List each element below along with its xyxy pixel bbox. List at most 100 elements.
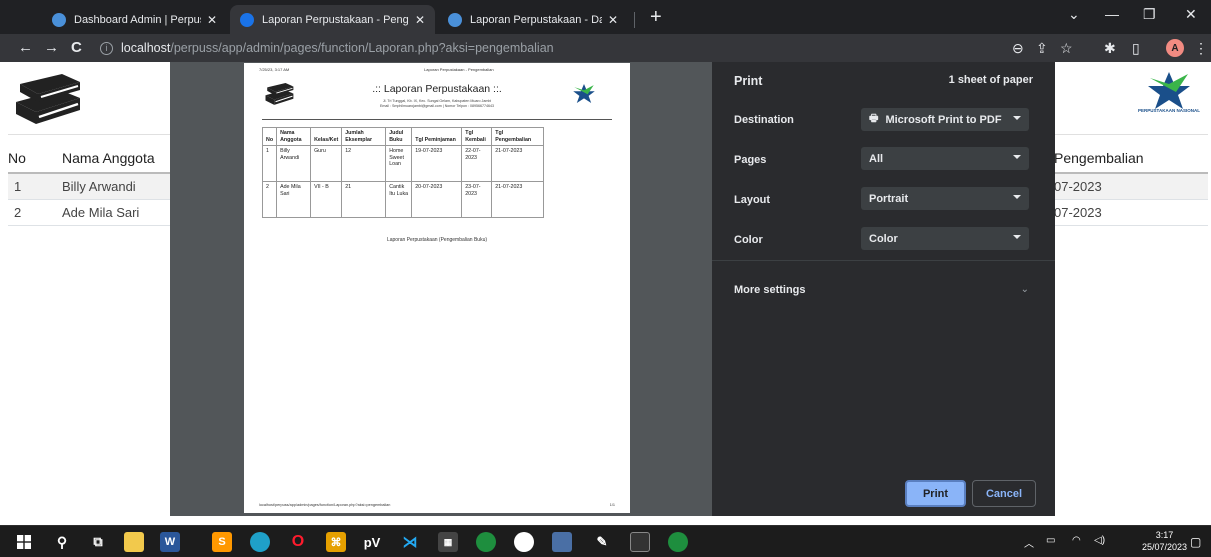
- layout-label: Layout: [734, 194, 771, 206]
- table-row: 1 Billy Arwandi Guru 12 Home Sweet Loan …: [261, 145, 545, 182]
- destination-select[interactable]: 🖶 Microsoft Print to PDF: [861, 108, 1029, 131]
- share-icon[interactable]: ⇪: [1036, 40, 1048, 57]
- close-tab-icon[interactable]: ✕: [608, 13, 618, 27]
- clock-date: 25/07/2023: [1142, 542, 1188, 552]
- close-tab-icon[interactable]: ✕: [207, 13, 217, 27]
- close-window-button[interactable]: ✕: [1185, 6, 1197, 23]
- profile-avatar[interactable]: A: [1166, 39, 1184, 57]
- site-favicon-icon: [448, 12, 462, 27]
- cell-tgl: 07-2023: [1054, 205, 1102, 220]
- cell: Ade Mila Sari: [276, 181, 312, 218]
- tab-laporan-pengembalian[interactable]: Laporan Perpustakaan - Pengembalian ✕: [230, 5, 435, 34]
- reload-button[interactable]: C: [71, 39, 82, 57]
- zoom-icon[interactable]: ⊖: [1012, 40, 1024, 57]
- cell-nama: Billy Arwandi: [62, 179, 136, 194]
- sublime-icon[interactable]: S: [212, 532, 232, 552]
- color-label: Color: [734, 234, 763, 246]
- volume-icon[interactable]: ◁): [1094, 535, 1105, 546]
- cell: 22-07-2023: [461, 145, 493, 182]
- header-tgl-pinjam: Tgl Peminjaman: [411, 127, 463, 146]
- chrome-profile-icon[interactable]: [668, 532, 688, 552]
- pages-select[interactable]: All: [861, 147, 1029, 170]
- print-header-date: 7/25/23, 3:17 AM: [259, 67, 290, 72]
- pv-icon[interactable]: pV: [362, 532, 382, 552]
- app3-icon[interactable]: [552, 532, 572, 552]
- header-nama-anggota: Nama Anggota: [62, 150, 155, 166]
- report-table: No Nama Anggota Kelas/Ket Jumlah Eksempl…: [261, 127, 545, 218]
- cell: 21-07-2023: [491, 181, 545, 218]
- new-tab-button[interactable]: +: [650, 6, 662, 28]
- chevron-down-icon: [1013, 116, 1021, 120]
- print-footer-page: 1/1: [609, 503, 615, 507]
- windows-start-icon[interactable]: [14, 532, 34, 552]
- report-caption: Laporan Perpustakaan (Pengembalian Buku): [386, 237, 488, 243]
- app4-icon[interactable]: ✎: [592, 532, 612, 552]
- browser-toolbar: ← → C i localhost /perpuss/app/admin/pag…: [0, 34, 1211, 62]
- side-panel-icon[interactable]: ▯: [1132, 40, 1140, 57]
- tab-dashboard[interactable]: Dashboard Admin | Perpustakaan ✕: [42, 5, 227, 34]
- word-icon[interactable]: W: [160, 532, 180, 552]
- destination-value: Microsoft Print to PDF: [885, 113, 1002, 126]
- site-info-icon[interactable]: i: [100, 41, 113, 55]
- task-view-icon[interactable]: ⧉: [88, 532, 108, 552]
- battery-icon[interactable]: ▭: [1046, 535, 1055, 546]
- header-no: No: [261, 127, 278, 146]
- bookmark-star-icon[interactable]: ☆: [1060, 40, 1073, 57]
- cell: Billy Arwandi: [276, 145, 312, 182]
- calendar-app-icon[interactable]: ▦: [438, 532, 458, 552]
- chevron-down-icon: [1013, 235, 1021, 239]
- restore-button[interactable]: ❐: [1143, 6, 1156, 23]
- destination-label: Destination: [734, 114, 794, 126]
- header-judul: Judul Buku: [385, 127, 413, 146]
- header-kelas: Kelas/Ket: [310, 127, 343, 146]
- print-settings-panel: Print 1 sheet of paper Destination 🖶 Mic…: [712, 62, 1055, 516]
- terminal-icon[interactable]: [630, 532, 650, 552]
- color-select[interactable]: Color: [861, 227, 1029, 250]
- address-bar[interactable]: i localhost /perpuss/app/admin/pages/fun…: [100, 37, 1060, 59]
- extensions-icon[interactable]: ✱: [1104, 40, 1116, 57]
- tab-laporan-data-buku[interactable]: Laporan Perpustakaan - Data Buku ✕: [438, 5, 628, 34]
- site-favicon-icon: [52, 12, 66, 27]
- more-settings-toggle[interactable]: More settings: [734, 284, 806, 296]
- cell-no: 1: [14, 179, 22, 194]
- header-tgl-kembali: Tgl Kembali: [461, 127, 493, 146]
- clock[interactable]: 3:17 25/07/2023: [1142, 529, 1187, 553]
- vscode-icon[interactable]: ⋊: [400, 532, 420, 552]
- header-nama-anggota: Nama Anggota: [276, 127, 312, 146]
- layout-value: Portrait: [869, 192, 909, 205]
- search-icon[interactable]: ⚲: [52, 532, 72, 552]
- edge-icon[interactable]: [250, 532, 270, 552]
- cell: 19-07-2023: [411, 145, 463, 182]
- cancel-button[interactable]: Cancel: [972, 480, 1036, 507]
- layout-select[interactable]: Portrait: [861, 187, 1029, 210]
- header-tgl-pengembalian: Tgl Pengembalian: [491, 127, 545, 146]
- notification-icon[interactable]: ▢: [1190, 535, 1201, 549]
- tray-chevron-icon[interactable]: ︿: [1024, 535, 1034, 550]
- header-pengembalian: Pengembalian: [1054, 150, 1144, 166]
- print-button[interactable]: Print: [905, 480, 966, 507]
- clock-time: 3:17: [1155, 530, 1174, 540]
- minimize-button[interactable]: —: [1105, 6, 1119, 22]
- wifi-icon[interactable]: ◠: [1072, 535, 1081, 546]
- forward-button[interactable]: →: [44, 39, 59, 57]
- cell: 20-07-2023: [411, 181, 463, 218]
- tab-search-icon[interactable]: ⌄: [1068, 6, 1080, 23]
- cell: VII - B: [310, 181, 343, 218]
- opera-icon[interactable]: O: [288, 532, 308, 552]
- back-button[interactable]: ←: [18, 39, 33, 57]
- chevron-down-icon: [1013, 195, 1021, 199]
- chevron-down-icon[interactable]: ⌄: [1021, 284, 1029, 295]
- file-explorer-icon[interactable]: [124, 532, 144, 552]
- browser-menu-icon[interactable]: ⋮: [1194, 40, 1208, 57]
- chrome-icon[interactable]: [476, 532, 496, 552]
- app-icon[interactable]: ⌘: [326, 532, 346, 552]
- tab-title: Laporan Perpustakaan - Pengembalian: [262, 13, 409, 26]
- close-tab-icon[interactable]: ✕: [415, 13, 425, 27]
- app2-icon[interactable]: [514, 532, 534, 552]
- color-value: Color: [869, 232, 898, 245]
- printer-icon: 🖶: [869, 113, 879, 124]
- print-preview-area[interactable]: 7/25/23, 3:17 AM Laporan Perpustakaan - …: [170, 62, 712, 516]
- header-rule: [262, 119, 612, 120]
- header-jumlah: Jumlah Eksemplar: [341, 127, 387, 146]
- cell-nama: Ade Mila Sari: [62, 205, 140, 220]
